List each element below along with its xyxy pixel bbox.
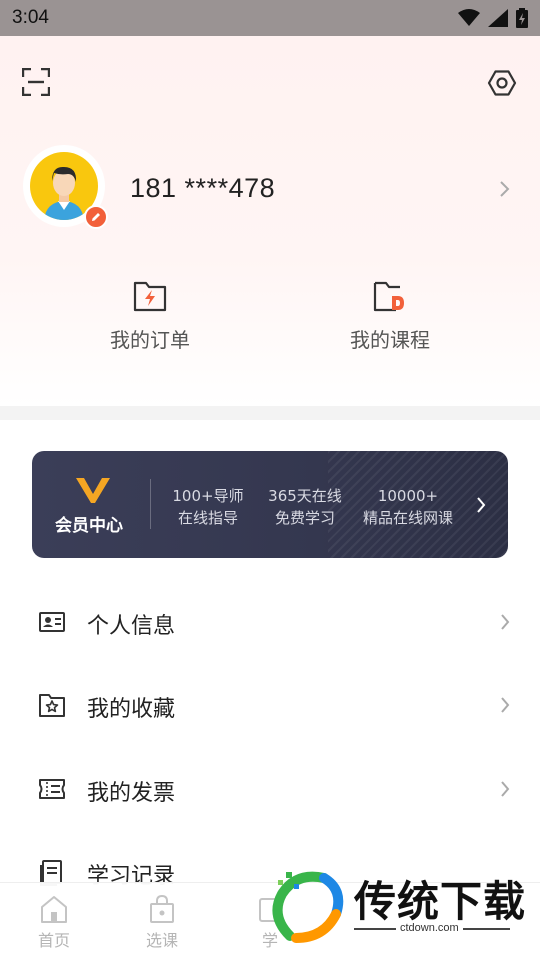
watermark-url: ctdown.com <box>396 922 463 934</box>
vip-feature-line: 免费学习 <box>274 509 335 527</box>
vip-feature-courses: 10000+ 精品在线网课 <box>358 485 458 529</box>
my-courses-label: 我的课程 <box>350 328 430 352</box>
scan-icon[interactable] <box>22 68 50 96</box>
id-card-icon <box>39 612 65 632</box>
signal-icon <box>488 9 508 27</box>
order-folder-icon <box>133 281 167 312</box>
vip-feature-line: 365天在线 <box>268 487 342 505</box>
course-folder-icon <box>373 281 404 312</box>
menu-item-label: 我的发票 <box>87 781 176 806</box>
favorite-folder-icon <box>39 694 65 717</box>
pencil-icon <box>92 213 100 221</box>
vip-separator <box>150 479 151 529</box>
vip-feature-line: 100+导师 <box>172 487 244 505</box>
vip-v-logo-icon <box>76 478 110 503</box>
wifi-icon <box>458 9 480 26</box>
chevron-right-icon <box>477 497 486 513</box>
chevron-right-icon[interactable] <box>497 179 513 199</box>
watermark: 传统下载 ctdown.com <box>268 862 540 960</box>
menu-item-label: 个人信息 <box>87 614 176 639</box>
nav-course-select[interactable]: 选课 <box>132 893 192 951</box>
user-phone-number[interactable]: 181 ****478 <box>130 173 275 204</box>
my-courses-button[interactable]: 我的课程 <box>320 278 460 353</box>
nav-home[interactable]: 首页 <box>24 893 84 951</box>
menu-item-label: 我的收藏 <box>87 697 176 722</box>
nav-label: 首页 <box>37 931 70 950</box>
vip-feature-line: 精品在线网课 <box>362 509 453 527</box>
status-bar: 3:04 <box>0 0 540 36</box>
my-orders-label: 我的订单 <box>110 328 190 352</box>
vip-feature-line: 10000+ <box>377 487 439 505</box>
vip-title: 会员中心 <box>55 516 123 536</box>
status-icons <box>458 8 528 28</box>
home-icon <box>41 896 67 923</box>
nav-label: 选课 <box>145 931 178 950</box>
vip-feature-mentors: 100+导师 在线指导 <box>168 485 248 529</box>
battery-icon <box>516 8 528 28</box>
invoice-icon <box>39 779 65 799</box>
section-divider <box>0 406 540 420</box>
menu-item-personal-info[interactable]: 个人信息 <box>0 592 540 652</box>
menu-item-invoices[interactable]: 我的发票 <box>0 759 540 819</box>
vip-feature-free-study: 365天在线 免费学习 <box>260 485 350 529</box>
edit-avatar-button[interactable] <box>84 205 108 229</box>
menu-item-favorites[interactable]: 我的收藏 <box>0 675 540 735</box>
status-time: 3:04 <box>12 7 49 28</box>
vip-center-card[interactable]: 会员中心 100+导师 在线指导 365天在线 免费学习 10000+ 精品在线… <box>32 451 508 558</box>
settings-icon[interactable] <box>487 68 517 98</box>
vip-feature-line: 在线指导 <box>177 509 238 527</box>
chevron-right-icon <box>501 697 510 713</box>
my-orders-button[interactable]: 我的订单 <box>80 278 220 353</box>
chevron-right-icon <box>501 781 510 797</box>
chevron-right-icon <box>501 614 510 630</box>
watermark-logo-icon <box>272 871 344 943</box>
watermark-title: 传统下载 <box>354 877 527 926</box>
course-select-icon <box>150 894 174 923</box>
